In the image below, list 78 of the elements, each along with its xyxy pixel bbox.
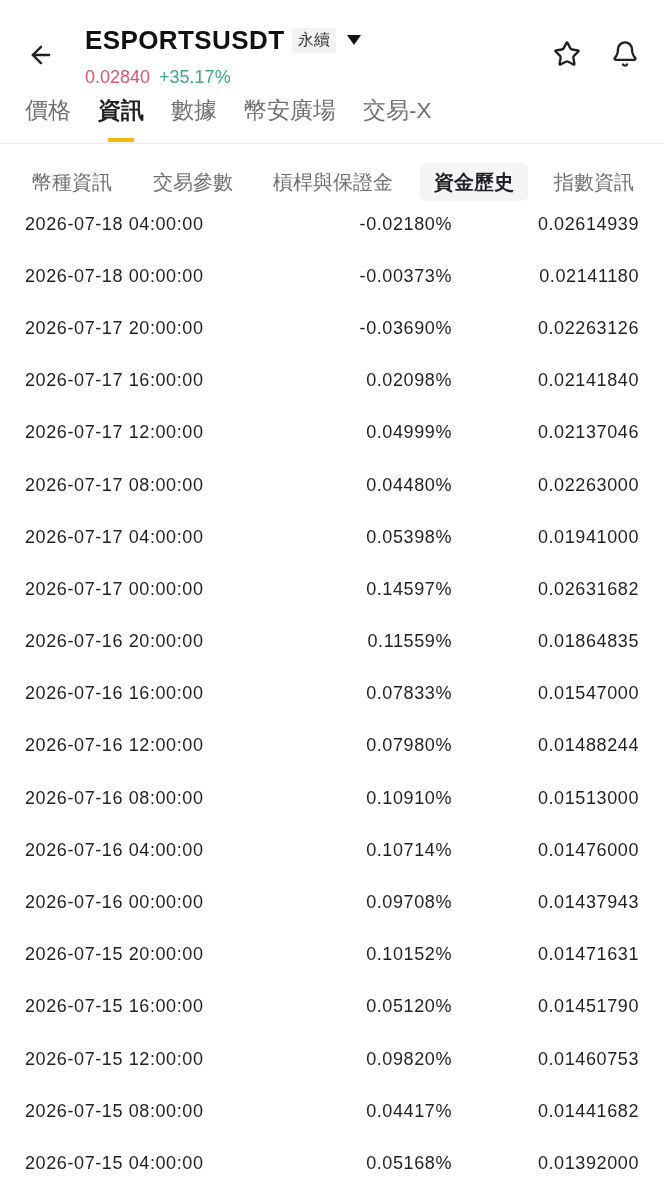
mark-price: 0.01471631: [537, 944, 639, 966]
funding-rate: 0.10714%: [366, 839, 452, 861]
bell-icon: [611, 40, 639, 68]
funding-time: 2026-07-17 00:00:00: [25, 578, 204, 600]
sub-tab[interactable]: 資金歷史: [419, 163, 528, 201]
funding-time: 2026-07-16 00:00:00: [25, 892, 204, 914]
caret-icon: [346, 34, 363, 46]
symbol-dropdown-button[interactable]: [346, 34, 363, 46]
nav-tab[interactable]: 資訊: [98, 96, 144, 143]
funding-time: 2026-07-17 16:00:00: [25, 370, 204, 392]
funding-rate: 0.10910%: [366, 787, 452, 809]
funding-time: 2026-07-18 00:00:00: [25, 265, 204, 287]
funding-rate: 0.05398%: [366, 526, 452, 548]
mark-price: 0.02263126: [537, 317, 639, 339]
mark-price: 0.01941000: [537, 526, 639, 548]
funding-time: 2026-07-15 08:00:00: [25, 1100, 204, 1122]
symbol-title: ESPORTSUSDT: [85, 24, 285, 56]
nav-tab[interactable]: 價格: [25, 96, 71, 143]
sub-tab[interactable]: 指數資訊: [540, 163, 648, 201]
mark-price: 0.02631682: [537, 578, 639, 600]
mark-price: 0.01488244: [537, 735, 639, 757]
sub-tab[interactable]: 槓桿與保證金: [259, 163, 407, 201]
price-change: +35.17%: [159, 66, 231, 88]
nav-tab[interactable]: 數據: [171, 96, 217, 143]
sub-tab[interactable]: 交易參數: [138, 163, 247, 201]
funding-time: 2026-07-16 04:00:00: [25, 839, 204, 861]
funding-rate: 0.04480%: [366, 474, 452, 496]
sub-tab[interactable]: 幣種資訊: [18, 163, 126, 201]
funding-rate: -0.00373%: [359, 265, 452, 287]
funding-time: 2026-07-15 12:00:00: [25, 1048, 204, 1070]
funding-rate: -0.02180%: [359, 213, 452, 235]
contract-badge: 永續: [292, 27, 337, 53]
nav-tab[interactable]: 交易-X: [363, 96, 432, 143]
funding-time: 2026-07-18 04:00:00: [25, 213, 204, 235]
mark-price: 0.01437943: [537, 892, 639, 914]
funding-time: 2026-07-17 04:00:00: [25, 526, 204, 548]
mark-price: 0.01460753: [537, 1048, 639, 1070]
funding-rate: 0.05168%: [366, 1152, 452, 1174]
favorite-button[interactable]: [552, 39, 582, 69]
last-price: 0.02840: [85, 66, 151, 88]
funding-rate: 0.10152%: [366, 944, 452, 966]
funding-rate: -0.03690%: [359, 317, 452, 339]
funding-time: 2026-07-15 16:00:00: [25, 996, 204, 1018]
mark-price: 0.01392000: [537, 1152, 639, 1174]
funding-rate: 0.07833%: [366, 683, 452, 705]
funding-time: 2026-07-15 20:00:00: [25, 944, 204, 966]
mark-price: 0.02137046: [537, 422, 639, 444]
notification-button[interactable]: [610, 39, 640, 69]
funding-time: 2026-07-16 08:00:00: [25, 787, 204, 809]
funding-time: 2026-07-15 04:00:00: [25, 1152, 204, 1174]
funding-rate: 0.04999%: [366, 422, 452, 444]
mark-price: 0.02141840: [537, 370, 639, 392]
funding-time: 2026-07-17 08:00:00: [25, 474, 204, 496]
funding-rate: 0.04417%: [366, 1100, 452, 1122]
funding-rate: 0.14597%: [366, 578, 452, 600]
mark-price: 0.01864835: [537, 631, 639, 653]
funding-rate: 0.05120%: [366, 996, 452, 1018]
mark-price: 0.02263000: [537, 474, 639, 496]
tab-underline: [108, 138, 134, 142]
star-icon: [553, 40, 581, 68]
funding-time: 2026-07-16 20:00:00: [25, 631, 204, 653]
mark-price: 0.01513000: [537, 787, 639, 809]
funding-time: 2026-07-17 20:00:00: [25, 317, 204, 339]
mark-price: 0.02141180: [539, 265, 639, 287]
funding-rate: 0.02098%: [366, 370, 452, 392]
mark-price: 0.01547000: [537, 683, 639, 705]
funding-rate: 0.09708%: [366, 892, 452, 914]
funding-time: 2026-07-16 16:00:00: [25, 683, 204, 705]
funding-rate: 0.09820%: [366, 1048, 452, 1070]
funding-time: 2026-07-17 12:00:00: [25, 422, 204, 444]
nav-tab[interactable]: 幣安廣場: [244, 96, 336, 143]
mark-price: 0.01441682: [537, 1100, 639, 1122]
funding-rate: 0.07980%: [366, 735, 452, 757]
funding-time: 2026-07-16 12:00:00: [25, 735, 204, 757]
mark-price: 0.02614939: [537, 213, 639, 235]
mark-price: 0.01451790: [537, 996, 639, 1018]
funding-rate: 0.11559%: [367, 631, 452, 653]
mark-price: 0.01476000: [537, 839, 639, 861]
